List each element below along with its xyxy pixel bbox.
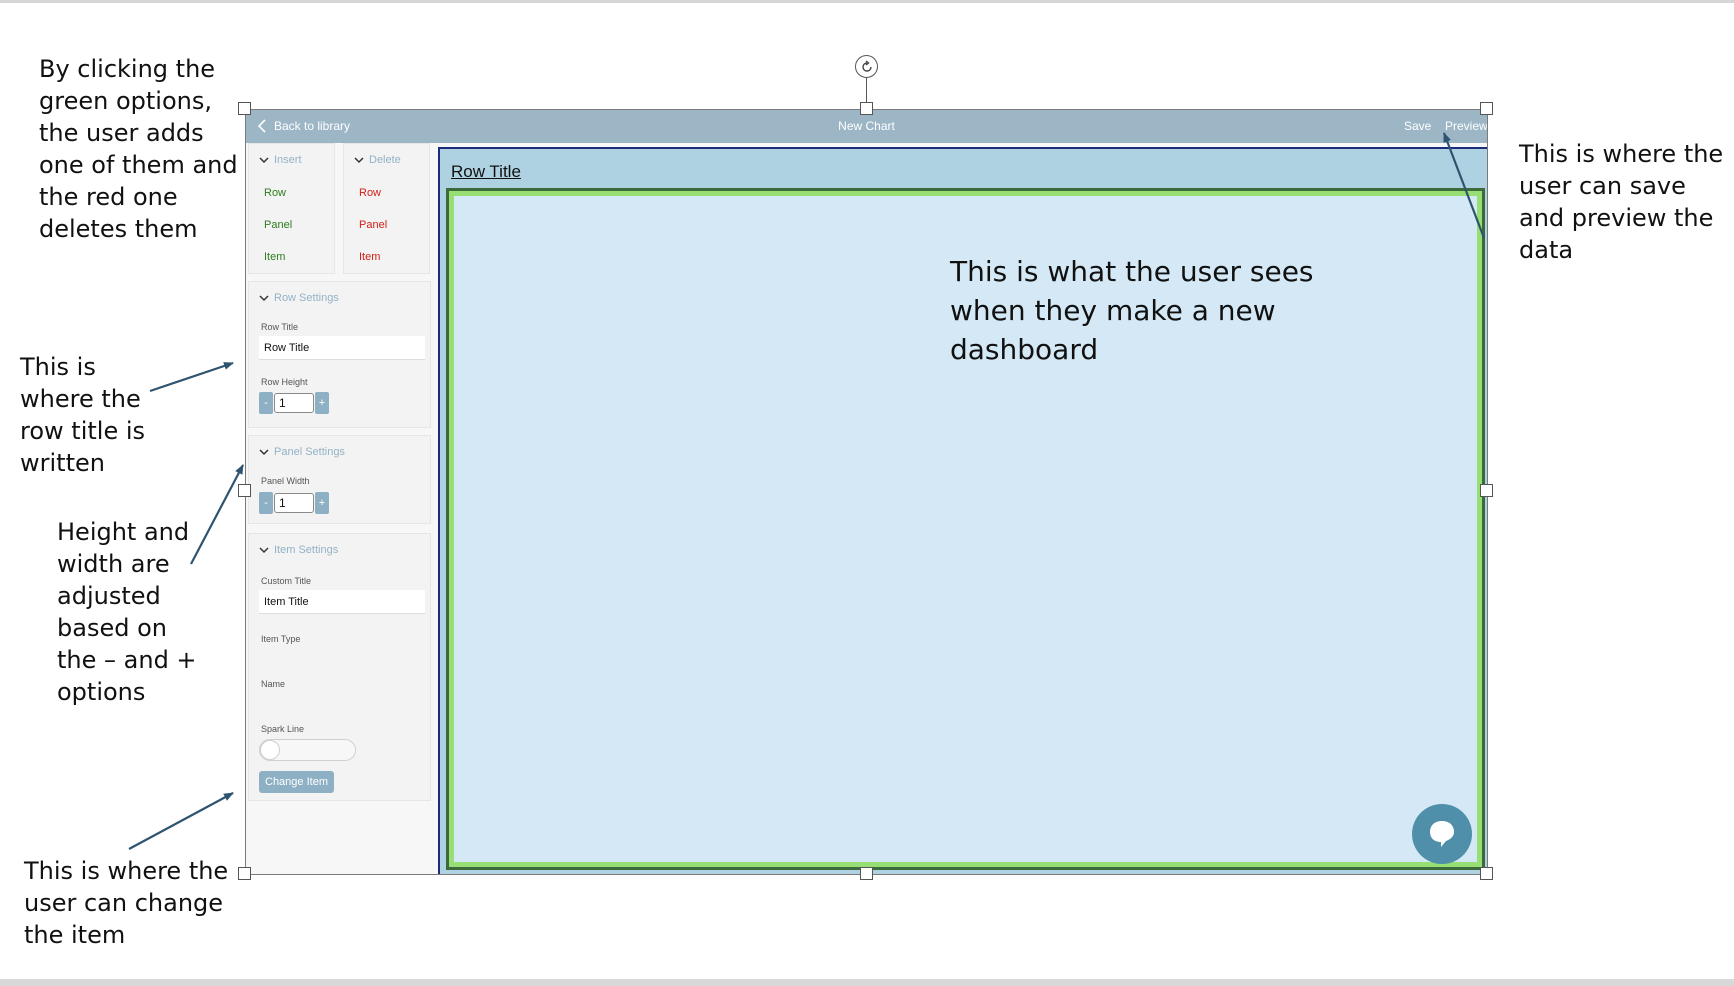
panel-width-decrement-button[interactable]: - xyxy=(259,492,273,514)
panel-width-increment-button[interactable]: + xyxy=(315,492,329,514)
annotation-change-item: This is where the user can change the it… xyxy=(24,857,229,949)
resize-handle-bottom-right[interactable] xyxy=(1480,867,1493,880)
panel-settings-header-label: Panel Settings xyxy=(274,446,345,458)
resize-handle-left[interactable] xyxy=(238,484,251,497)
row-height-decrement-button[interactable]: - xyxy=(259,392,273,414)
annotation-save-preview: This is where the user can save and prev… xyxy=(1519,140,1724,264)
panel-width-input[interactable] xyxy=(274,493,314,513)
custom-title-label: Custom Title xyxy=(261,576,312,586)
preview-button[interactable]: Preview xyxy=(1445,119,1487,133)
row-height-input[interactable] xyxy=(274,393,314,413)
insert-row-option[interactable]: Row xyxy=(264,187,286,199)
rotate-icon xyxy=(861,59,872,72)
row-height-stepper: - + xyxy=(259,392,329,414)
delete-item-option[interactable]: Item xyxy=(359,251,380,263)
panel-settings-header[interactable]: Panel Settings xyxy=(259,446,345,458)
row-settings-header[interactable]: Row Settings xyxy=(259,292,339,304)
dashboard-editor-screenshot: Back to library New Chart Save Preview I… xyxy=(245,109,1488,875)
delete-row-option[interactable]: Row xyxy=(359,187,381,199)
panel-width-label: Panel Width xyxy=(261,476,310,486)
item-type-label[interactable]: Item Type xyxy=(261,634,300,644)
resize-handle-bottom[interactable] xyxy=(860,867,873,880)
row-height-increment-button[interactable]: + xyxy=(315,392,329,414)
name-label[interactable]: Name xyxy=(261,679,285,689)
page-title: New Chart xyxy=(838,119,895,133)
chevron-down-icon xyxy=(259,449,269,456)
row-title[interactable]: Row Title xyxy=(451,162,521,182)
insert-panel-option[interactable]: Panel xyxy=(264,219,292,231)
item-settings-header-label: Item Settings xyxy=(274,544,339,556)
rotate-handle[interactable] xyxy=(855,55,878,78)
chevron-down-icon xyxy=(259,157,269,164)
chevron-down-icon xyxy=(259,295,269,302)
toggle-knob xyxy=(260,740,280,760)
resize-handle-top-left[interactable] xyxy=(238,102,251,115)
spark-line-label: Spark Line xyxy=(261,724,305,734)
custom-title-input[interactable] xyxy=(259,590,425,614)
insert-header[interactable]: Insert xyxy=(259,154,302,166)
save-button[interactable]: Save xyxy=(1404,119,1431,133)
row-settings-card: Row Settings Row Title Row Height - + xyxy=(248,281,431,428)
item-settings-card: Item Settings Custom Title Item Type Nam… xyxy=(248,533,431,801)
panel-settings-card: Panel Settings Panel Width - + xyxy=(248,435,431,524)
change-item-button[interactable]: Change Item xyxy=(259,771,334,793)
delete-header[interactable]: Delete xyxy=(354,154,401,166)
insert-header-label: Insert xyxy=(274,154,302,166)
annotation-new-dashboard: This is what the user sees when they mak… xyxy=(950,255,1314,366)
spark-line-toggle[interactable] xyxy=(259,739,356,761)
settings-sidebar: Insert Row Panel Item Delete Row Panel I… xyxy=(246,143,436,874)
delete-card: Delete Row Panel Item xyxy=(343,143,430,274)
chevron-down-icon xyxy=(259,547,269,554)
resize-handle-right[interactable] xyxy=(1480,484,1493,497)
arrow-row-title xyxy=(149,361,234,393)
top-divider xyxy=(0,0,1734,3)
annotation-row-title: This is where the row title is written xyxy=(20,353,146,477)
row-settings-header-label: Row Settings xyxy=(274,292,339,304)
annotation-insert-delete: By clicking the green options, the user … xyxy=(39,55,238,243)
row-title-input[interactable] xyxy=(259,336,425,360)
resize-handle-bottom-left[interactable] xyxy=(238,867,251,880)
delete-header-label: Delete xyxy=(369,154,401,166)
arrow-height-width xyxy=(190,464,244,565)
insert-card: Insert Row Panel Item xyxy=(248,143,335,274)
chevron-down-icon xyxy=(354,157,364,164)
bottom-divider xyxy=(0,979,1734,986)
arrow-change-item xyxy=(128,792,234,850)
rotate-handle-stem xyxy=(866,78,867,102)
chat-bubble-icon xyxy=(1430,821,1454,847)
insert-item-option[interactable]: Item xyxy=(264,251,285,263)
resize-handle-top-right[interactable] xyxy=(1480,102,1493,115)
row-height-label: Row Height xyxy=(261,377,308,387)
item-settings-header[interactable]: Item Settings xyxy=(259,544,338,556)
row-title-label: Row Title xyxy=(261,322,299,332)
panel-width-stepper: - + xyxy=(259,492,329,514)
resize-handle-top[interactable] xyxy=(860,102,873,115)
annotation-height-width: Height and width are adjusted based on t… xyxy=(57,518,197,706)
delete-panel-option[interactable]: Panel xyxy=(359,219,387,231)
chat-button[interactable] xyxy=(1412,804,1472,864)
